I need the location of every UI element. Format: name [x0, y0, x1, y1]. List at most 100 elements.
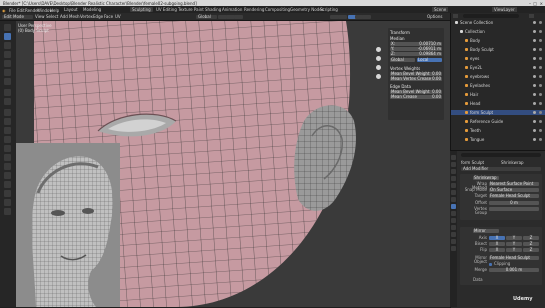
tab-sculpting[interactable]: Sculpting	[130, 7, 153, 12]
target-field[interactable]: Female Head Sculpt	[489, 194, 539, 198]
cursor-tool-icon[interactable]	[4, 42, 11, 49]
render-camera-icon[interactable]	[539, 111, 542, 114]
mode-dropdown[interactable]: Edit Mode	[2, 14, 33, 19]
visibility-eye-icon[interactable]	[533, 21, 536, 24]
annotate-tool-icon[interactable]	[4, 89, 11, 96]
flip-y-toggle[interactable]: Y	[506, 248, 522, 252]
transform-tool-icon[interactable]	[4, 78, 11, 85]
viewport-canvas[interactable]	[16, 21, 450, 307]
particles-tab-icon[interactable]	[451, 211, 456, 216]
knife-tool-icon[interactable]	[4, 145, 11, 152]
tab-modeling[interactable]: Modeling	[81, 7, 103, 12]
shrinkwrap-name-field[interactable]: Shrinkwrap	[473, 176, 499, 180]
visibility-eye-icon[interactable]	[533, 138, 536, 141]
rendered-shading-icon[interactable]	[362, 14, 371, 19]
xray-icon[interactable]	[338, 14, 347, 19]
loop-cut-tool-icon[interactable]	[4, 136, 11, 143]
visibility-eye-icon[interactable]	[533, 39, 536, 42]
tab-animation[interactable]: Animation	[220, 7, 244, 12]
mirror-name-field[interactable]: Mirror	[473, 229, 499, 233]
visibility-eye-icon[interactable]	[533, 120, 536, 123]
shrink-fatten-tool-icon[interactable]	[4, 190, 11, 197]
physics-tab-icon[interactable]	[451, 218, 456, 223]
render-camera-icon[interactable]	[539, 48, 542, 51]
axis-y-toggle[interactable]: Y	[506, 236, 522, 240]
tab-texture-paint[interactable]: Texture Paint	[176, 7, 206, 12]
tool-tab-icon[interactable]	[451, 155, 456, 160]
select-box-tool-icon[interactable]	[4, 33, 11, 40]
bisect-y-toggle[interactable]: Y	[506, 242, 522, 246]
outliner-row[interactable]: Head	[451, 101, 545, 106]
3d-viewport[interactable]	[16, 21, 450, 307]
visibility-eye-icon[interactable]	[533, 93, 536, 96]
render-camera-icon[interactable]	[539, 93, 542, 96]
material-tab-icon[interactable]	[451, 239, 456, 244]
edge-slide-tool-icon[interactable]	[4, 181, 11, 188]
camera-view-icon[interactable]	[376, 65, 381, 70]
move-tool-icon[interactable]	[4, 51, 11, 58]
bisect-x-toggle[interactable]: X	[489, 242, 505, 246]
snap-mode-dropdown[interactable]: On Surface	[489, 188, 539, 192]
properties-search-input[interactable]	[461, 153, 541, 157]
shear-tool-icon[interactable]	[4, 199, 11, 206]
rotate-tool-icon[interactable]	[4, 60, 11, 67]
outliner-row[interactable]: Hair	[451, 92, 545, 97]
world-tab-icon[interactable]	[451, 190, 456, 195]
offset-field[interactable]: 0 m	[489, 201, 539, 205]
blender-logo-icon[interactable]: ◉	[2, 8, 6, 13]
output-tab-icon[interactable]	[451, 169, 456, 174]
bisect-z-toggle[interactable]: Z	[523, 242, 539, 246]
visibility-eye-icon[interactable]	[533, 66, 536, 69]
outliner-editor-icon[interactable]	[453, 14, 458, 18]
outliner-row[interactable]: eyes	[451, 56, 545, 61]
view-layer-tab-icon[interactable]	[451, 176, 456, 181]
tab-layout[interactable]: Layout	[62, 7, 80, 12]
filter-icon[interactable]	[529, 14, 534, 18]
outliner-row[interactable]: eyebrows	[451, 74, 545, 79]
menu-edit[interactable]: Edit	[17, 8, 25, 13]
close-icon[interactable]: ×	[540, 1, 543, 6]
render-camera-icon[interactable]	[539, 138, 542, 141]
outliner-row[interactable]: Eyelashes	[451, 83, 545, 88]
visibility-eye-icon[interactable]	[533, 57, 536, 60]
sidebar-tabs[interactable]	[445, 30, 449, 70]
pan-hand-icon[interactable]	[376, 56, 381, 61]
mean-crease-field[interactable]: Mean Crease 0.00	[390, 95, 442, 99]
outliner-row[interactable]: Scene Collection	[451, 20, 545, 25]
render-camera-icon[interactable]	[539, 57, 542, 60]
menu-uv[interactable]: UV	[113, 14, 123, 19]
merge-distance-field[interactable]: 0.001 m	[489, 268, 539, 272]
render-camera-icon[interactable]	[539, 129, 542, 132]
scene-selector[interactable]: Scene	[432, 7, 449, 12]
tab-scripting[interactable]: Scripting	[318, 7, 340, 12]
measure-tool-icon[interactable]	[4, 98, 11, 105]
perspective-toggle-icon[interactable]	[376, 74, 381, 79]
outliner-row[interactable]: Eye2L	[451, 65, 545, 70]
view-layer-selector[interactable]: ViewLayer	[492, 7, 517, 12]
texture-tab-icon[interactable]	[451, 246, 456, 251]
flip-z-toggle[interactable]: Z	[523, 248, 539, 252]
visibility-eye-icon[interactable]	[533, 129, 536, 132]
outliner-search-input[interactable]	[463, 14, 519, 18]
render-camera-icon[interactable]	[539, 39, 542, 42]
visibility-eye-icon[interactable]	[533, 111, 536, 114]
zoom-icon[interactable]	[376, 47, 381, 52]
render-camera-icon[interactable]	[539, 102, 542, 105]
visibility-eye-icon[interactable]	[533, 30, 536, 33]
render-camera-icon[interactable]	[539, 21, 542, 24]
outliner-row[interactable]: Tongue	[451, 137, 545, 142]
menu-help[interactable]: Help	[50, 8, 59, 13]
menu-file[interactable]: File	[9, 8, 16, 13]
visibility-eye-icon[interactable]	[533, 84, 536, 87]
scene-tab-icon[interactable]	[451, 183, 456, 188]
mean-vertex-crease-field[interactable]: Mean Vertex Crease 0.00	[390, 77, 442, 81]
local-button[interactable]: Local	[417, 58, 442, 62]
wrap-method-dropdown[interactable]: Nearest Surface Point	[489, 182, 539, 186]
maximize-icon[interactable]: □	[533, 1, 537, 6]
outliner-row[interactable]: Body Sculpt	[451, 47, 545, 52]
mirror-object-field[interactable]: Female Head Sculpt	[489, 256, 539, 260]
clipping-checkbox[interactable]	[489, 263, 492, 266]
constraints-tab-icon[interactable]	[451, 225, 456, 230]
visibility-eye-icon[interactable]	[533, 102, 536, 105]
outliner-row[interactable]: Teeth	[451, 128, 545, 133]
